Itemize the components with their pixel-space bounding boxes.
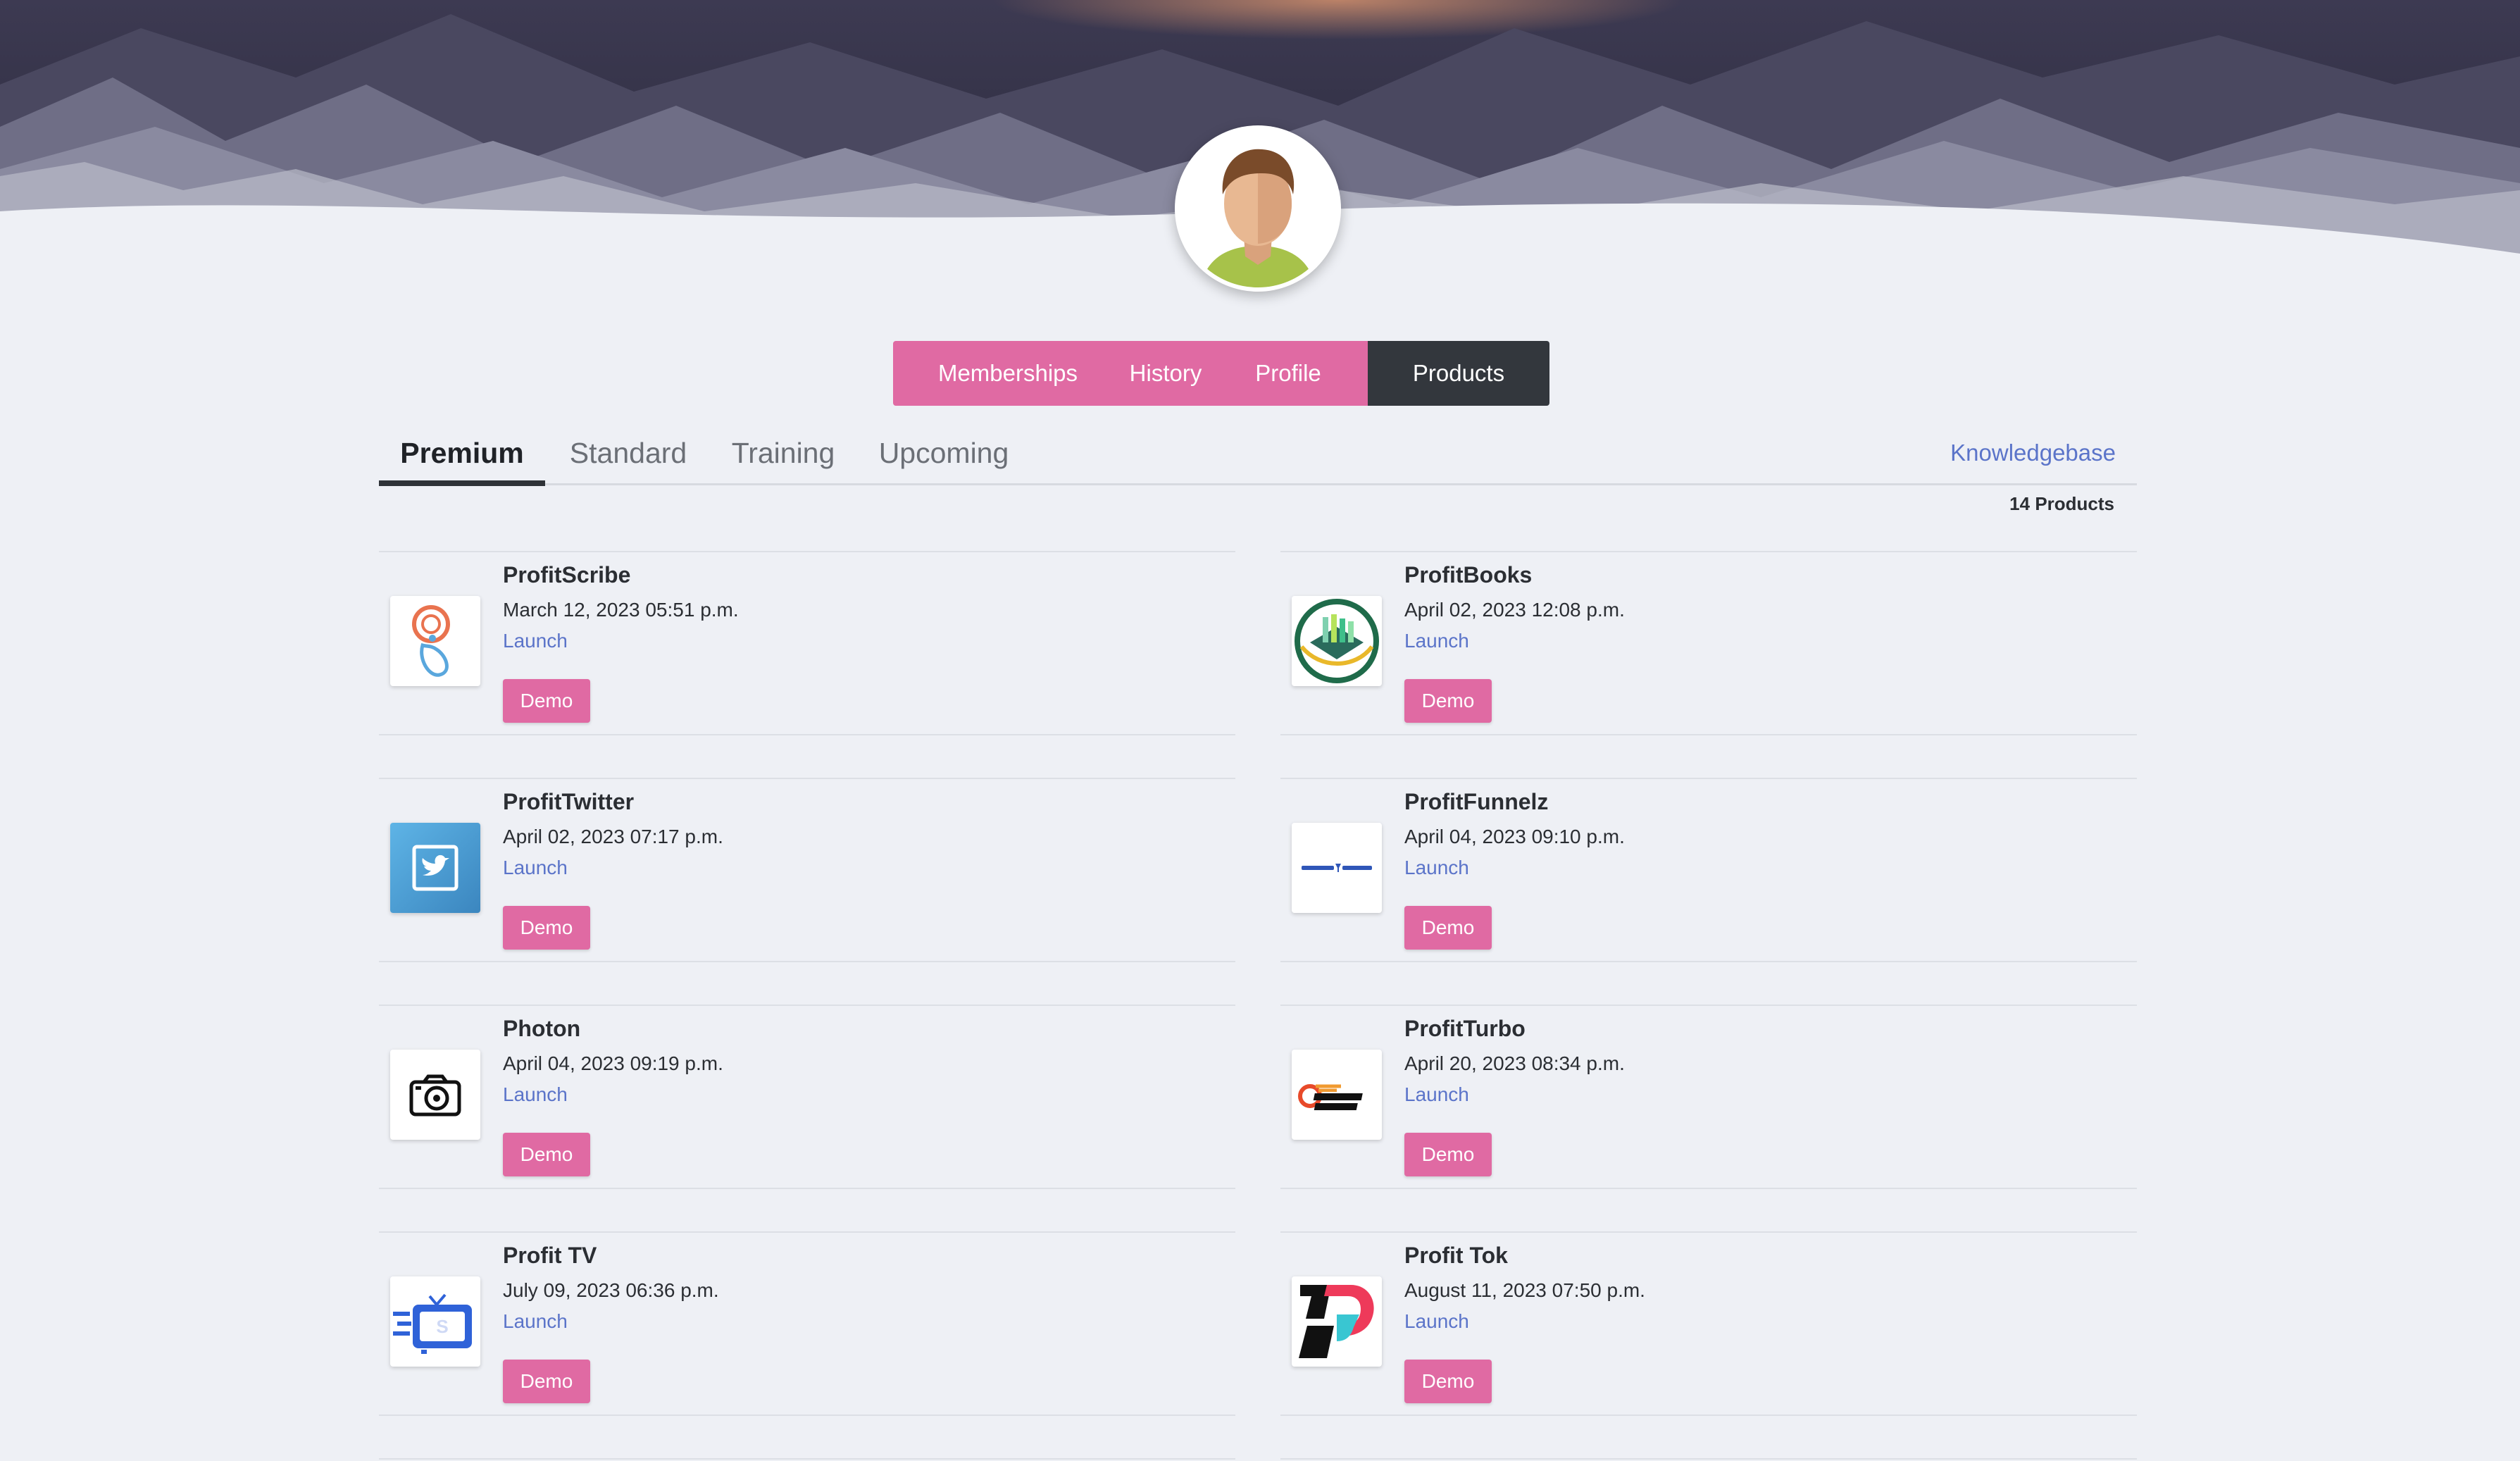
user-avatar[interactable] (1175, 125, 1341, 292)
demo-button[interactable]: Demo (503, 906, 590, 950)
launch-link[interactable]: Launch (503, 630, 568, 652)
product-tabs: Premium Standard Training Upcoming Knowl… (379, 423, 2137, 486)
tab-upcoming[interactable]: Upcoming (873, 423, 1014, 483)
demo-button[interactable]: Demo (1404, 679, 1492, 723)
profitfunnelz-icon[interactable] (1292, 823, 1382, 913)
demo-button[interactable]: Demo (1404, 906, 1492, 950)
launch-link[interactable]: Launch (1404, 630, 1469, 652)
launch-link[interactable]: Launch (503, 1083, 568, 1106)
divider (379, 1458, 1235, 1460)
product-name: Photon (503, 1016, 581, 1041)
nav-profile-button[interactable]: Profile (1209, 341, 1368, 406)
product-name: ProfitTurbo (1404, 1016, 1526, 1041)
knowledgebase-link[interactable]: Knowledgebase (1950, 423, 2116, 483)
product-card: ProfitTwitter April 02, 2023 07:17 p.m. … (379, 778, 1235, 962)
nav-products-button[interactable]: Products (1368, 341, 1549, 406)
demo-button[interactable]: Demo (503, 1360, 590, 1403)
product-name: Profit Tok (1404, 1243, 1508, 1268)
camera-icon[interactable] (390, 1050, 480, 1140)
profitscribe-icon[interactable] (390, 596, 480, 686)
product-date: April 02, 2023 07:17 p.m. (503, 826, 723, 847)
product-name: ProfitScribe (503, 562, 631, 587)
divider (1280, 1458, 2137, 1460)
demo-button[interactable]: Demo (503, 679, 590, 723)
product-date: August 11, 2023 07:50 p.m. (1404, 1279, 1645, 1301)
profitturbo-icon[interactable] (1292, 1050, 1382, 1140)
products-count: 14 Products (2009, 493, 2114, 514)
product-date: April 04, 2023 09:19 p.m. (503, 1052, 723, 1074)
profitbooks-icon[interactable] (1292, 596, 1382, 686)
profittok-icon[interactable] (1292, 1276, 1382, 1367)
product-card: ProfitScribe March 12, 2023 05:51 p.m. L… (379, 551, 1235, 735)
launch-link[interactable]: Launch (1404, 1310, 1469, 1333)
product-name: ProfitFunnelz (1404, 789, 1549, 814)
tab-training[interactable]: Training (723, 423, 844, 483)
tab-standard[interactable]: Standard (565, 423, 692, 483)
product-card: ProfitTurbo April 20, 2023 08:34 p.m. La… (1280, 1005, 2137, 1189)
demo-button[interactable]: Demo (503, 1133, 590, 1176)
nav-history-button[interactable]: History (1123, 341, 1209, 406)
tab-premium[interactable]: Premium (379, 423, 545, 486)
launch-link[interactable]: Launch (1404, 857, 1469, 879)
product-card: ProfitFunnelz April 04, 2023 09:10 p.m. … (1280, 778, 2137, 962)
product-card: S Profit TV July 09, 2023 06:36 p.m. Lau… (379, 1231, 1235, 1416)
launch-link[interactable]: Launch (503, 857, 568, 879)
product-card: Profit Tok August 11, 2023 07:50 p.m. La… (1280, 1231, 2137, 1416)
product-date: July 09, 2023 06:36 p.m. (503, 1279, 719, 1301)
product-name: ProfitBooks (1404, 562, 1533, 587)
product-card: Photon April 04, 2023 09:19 p.m. Launch … (379, 1005, 1235, 1189)
tv-icon[interactable]: S (390, 1276, 480, 1367)
demo-button[interactable]: Demo (1404, 1133, 1492, 1176)
product-date: April 02, 2023 12:08 p.m. (1404, 599, 1625, 621)
product-name: Profit TV (503, 1243, 597, 1268)
product-date: March 12, 2023 05:51 p.m. (503, 599, 739, 621)
svg-text:S: S (436, 1316, 448, 1337)
launch-link[interactable]: Launch (503, 1310, 568, 1333)
product-name: ProfitTwitter (503, 789, 635, 814)
product-date: April 20, 2023 08:34 p.m. (1404, 1052, 1625, 1074)
launch-link[interactable]: Launch (1404, 1083, 1469, 1106)
twitter-icon[interactable] (390, 823, 480, 913)
product-date: April 04, 2023 09:10 p.m. (1404, 826, 1625, 847)
product-card: ProfitBooks April 02, 2023 12:08 p.m. La… (1280, 551, 2137, 735)
demo-button[interactable]: Demo (1404, 1360, 1492, 1403)
avatar-illustration-icon (1179, 130, 1337, 287)
nav-memberships-button[interactable]: Memberships (893, 341, 1123, 406)
main-nav: Memberships History Profile Products (893, 341, 1549, 406)
